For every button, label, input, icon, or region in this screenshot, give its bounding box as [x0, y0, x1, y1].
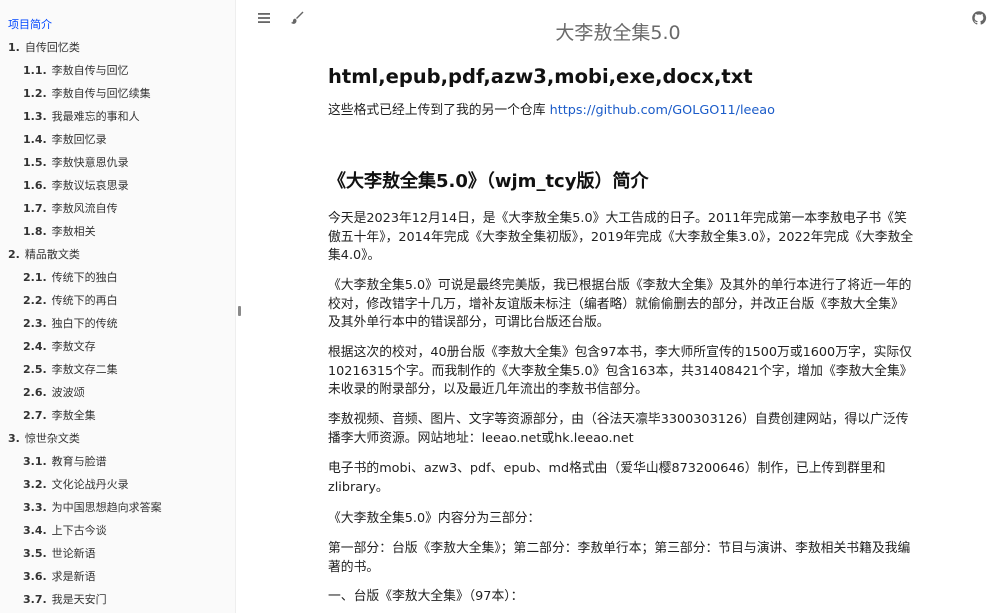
- toc-item-number: 2.5.: [23, 362, 47, 376]
- toc-item-number: 1.7.: [23, 201, 47, 215]
- toc-item-number: 2.6.: [23, 385, 47, 399]
- toc-item[interactable]: 1.2. 李敖自传与回忆续集: [0, 82, 235, 105]
- sidebar-resize-handle[interactable]: [238, 306, 241, 316]
- toc-item-label: 独白下的传统: [51, 316, 118, 330]
- toc-item[interactable]: 3.1. 教育与脸谱: [0, 450, 235, 473]
- toc-item-number: 2.1.: [23, 270, 47, 284]
- toc-item[interactable]: 2.6. 波波颂: [0, 381, 235, 404]
- toc-item-number: 1.8.: [23, 224, 47, 238]
- toc-item-number: 1.: [8, 40, 20, 54]
- toc-item[interactable]: 1.7. 李敖风流自传: [0, 197, 235, 220]
- paragraph-1: 今天是2023年12月14日，是《大李敖全集5.0》大工告成的日子。2011年完…: [328, 211, 914, 264]
- toc-item-label: 惊世杂文类: [24, 431, 80, 445]
- toc-item-label: 为中国思想趋向求答案: [51, 500, 162, 514]
- toc-item-number: 3.7.: [23, 592, 47, 606]
- toc-item[interactable]: 1. 自传回忆类: [0, 36, 235, 59]
- toc-item[interactable]: 1.4. 李敖回忆录: [0, 128, 235, 151]
- toc-item-label: 精品散文类: [24, 247, 80, 261]
- toc-item-number: 2.2.: [23, 293, 47, 307]
- repo-paragraph: 这些格式已经上传到了我的另一个仓库 https://github.com/GOL…: [328, 102, 916, 121]
- formats-heading: html,epub,pdf,azw3,mobi,exe,docx,txt: [328, 65, 753, 88]
- toc-item-label: 传统下的再白: [51, 293, 118, 307]
- toc-item[interactable]: 2.5. 李敖文存二集: [0, 358, 235, 381]
- toc-item[interactable]: 2.4. 李敖文存: [0, 335, 235, 358]
- github-icon[interactable]: [971, 10, 987, 26]
- toc-item[interactable]: 1.6. 李敖议坛哀思录: [0, 174, 235, 197]
- toc-item-number: 1.2.: [23, 86, 47, 100]
- paragraph-2: 《大李敖全集5.0》可说是最终完美版，我已根据台版《李敖大全集》及其外的单行本进…: [328, 278, 912, 331]
- page-content: html,epub,pdf,azw3,mobi,exe,docx,txt 这些格…: [328, 60, 916, 604]
- toc-item-label: 李敖快意恩仇录: [51, 155, 129, 169]
- toc-item[interactable]: 3.2. 文化论战丹火录: [0, 473, 235, 496]
- toc-item[interactable]: 2.2. 传统下的再白: [0, 289, 235, 312]
- toc-item-label: 李敖相关: [51, 224, 96, 238]
- toc-item-label: 李敖全集: [51, 408, 96, 422]
- toc-item[interactable]: 3.4. 上下古今谈: [0, 519, 235, 542]
- toc-item-label: 项目简介: [8, 18, 52, 31]
- toc-item-label: 李敖回忆录: [51, 132, 107, 146]
- paragraph-4: 李敖视频、音频、图片、文字等资源部分，由（谷法天凛毕3300303126）自费创…: [328, 412, 909, 446]
- book-title: 大李敖全集5.0: [555, 21, 681, 44]
- toc-item[interactable]: 3.7. 我是天安门: [0, 588, 235, 611]
- toc-item-number: 1.1.: [23, 63, 47, 77]
- toc-item[interactable]: 3.6. 求是新语: [0, 565, 235, 588]
- toc-item[interactable]: 1.3. 我最难忘的事和人: [0, 105, 235, 128]
- paragraph-7: 第一部分：台版《李敖大全集》；第二部分：李敖单行本；第三部分：节目与演讲、李敖相…: [328, 541, 911, 575]
- repo-link[interactable]: https://github.com/GOLGO11/leeao: [550, 103, 775, 118]
- toc-item-number: 3.2.: [23, 477, 47, 491]
- paragraph-5: 电子书的mobi、azw3、pdf、epub、md格式由（爱华山樱8732006…: [328, 461, 886, 495]
- toc-item-label: 我最难忘的事和人: [51, 109, 140, 123]
- toc-item[interactable]: 1.1. 李敖自传与回忆: [0, 59, 235, 82]
- toc-item-label: 传统下的独白: [51, 270, 118, 284]
- paragraph-6: 《大李敖全集5.0》内容分为三部分：: [328, 511, 541, 526]
- toc-item[interactable]: 2.1. 传统下的独白: [0, 266, 235, 289]
- toc-item[interactable]: 3. 惊世杂文类: [0, 427, 235, 450]
- toc-item-number: 3.: [8, 431, 20, 445]
- toc-item-label: 我是天安门: [51, 592, 107, 606]
- toc-item-label: 自传回忆类: [24, 40, 80, 54]
- toc-item[interactable]: 3.3. 为中国思想趋向求答案: [0, 496, 235, 519]
- toc-item[interactable]: 项目简介: [0, 14, 235, 36]
- paragraph-3: 根据这次的校对，40册台版《李敖大全集》包含97本书，李大师所宣传的1500万或…: [328, 345, 913, 398]
- toc-item-label: 上下古今谈: [51, 523, 107, 537]
- toc-item[interactable]: 2.7. 李敖全集: [0, 404, 235, 427]
- paragraph-8: 一、台版《李敖大全集》（97本）：: [328, 589, 524, 604]
- toc-item-number: 2.7.: [23, 408, 47, 422]
- toc-item-label: 李敖文存二集: [51, 362, 118, 376]
- sidebar-toc: 项目简介 1. 自传回忆类 1.1. 李敖自传与回忆 1.2. 李敖自传与回忆续集 1.3. 我…: [0, 0, 236, 613]
- toc-item-number: 1.6.: [23, 178, 47, 192]
- toc-item-label: 波波颂: [51, 385, 85, 399]
- toc-item[interactable]: 2.3. 独白下的传统: [0, 312, 235, 335]
- toc-item-label: 李敖自传与回忆: [51, 63, 129, 77]
- toc-item-label: 李敖议坛哀思录: [51, 178, 129, 192]
- toc-item[interactable]: 3.5. 世论新语: [0, 542, 235, 565]
- book-header: 大李敖全集5.0: [236, 0, 1000, 44]
- toc-item-number: 1.4.: [23, 132, 47, 146]
- toc-item-number: 1.3.: [23, 109, 47, 123]
- toc-item-number: 3.5.: [23, 546, 47, 560]
- toc-item-number: 3.4.: [23, 523, 47, 537]
- repo-text: 这些格式已经上传到了我的另一个仓库: [328, 103, 550, 118]
- toc-item-label: 教育与脸谱: [51, 454, 107, 468]
- toc-item-number: 3.6.: [23, 569, 47, 583]
- toc-item[interactable]: 2. 精品散文类: [0, 243, 235, 266]
- toc-item-number: 1.5.: [23, 155, 47, 169]
- toc-item-number: 2.4.: [23, 339, 47, 353]
- toc-item-label: 文化论战丹火录: [51, 477, 129, 491]
- toc-item-label: 求是新语: [51, 569, 96, 583]
- toc-item[interactable]: 1.8. 李敖相关: [0, 220, 235, 243]
- toc-item-number: 2.: [8, 247, 20, 261]
- toc-item-label: 李敖文存: [51, 339, 96, 353]
- toc-item-number: 3.1.: [23, 454, 47, 468]
- toc-item-label: 李敖自传与回忆续集: [51, 86, 151, 100]
- toc-item[interactable]: 1.5. 李敖快意恩仇录: [0, 151, 235, 174]
- toc-item-number: 2.3.: [23, 316, 47, 330]
- toc-item-label: 世论新语: [51, 546, 96, 560]
- toc-list: 项目简介 1. 自传回忆类 1.1. 李敖自传与回忆 1.2. 李敖自传与回忆续集 1.3. 我…: [0, 0, 235, 611]
- toc-item-label: 李敖风流自传: [51, 201, 118, 215]
- intro-heading: 《大李敖全集5.0》（wjm_tcy版）简介: [328, 171, 649, 192]
- toc-item-number: 3.3.: [23, 500, 47, 514]
